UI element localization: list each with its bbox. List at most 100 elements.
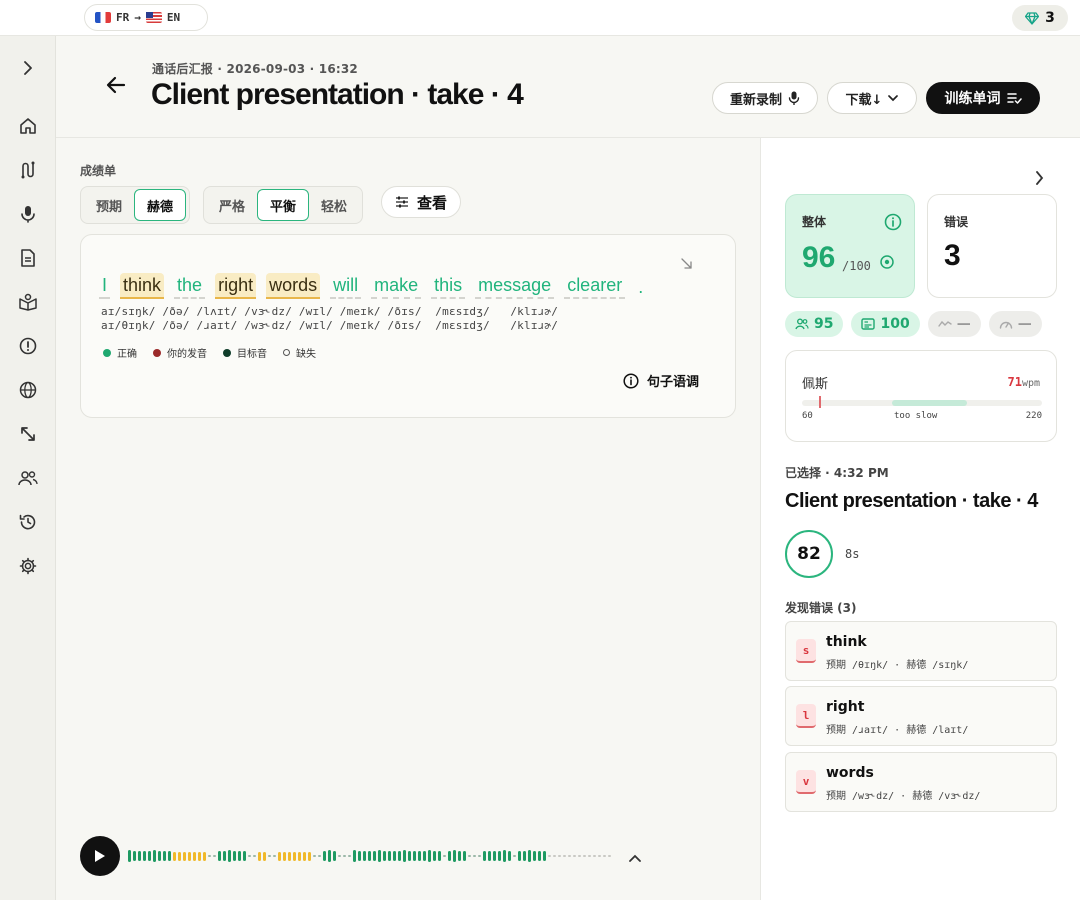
waveform-scrubber[interactable] — [128, 846, 611, 866]
view-settings-button[interactable]: 查看 — [381, 186, 461, 218]
chip-intonation[interactable]: — — [927, 311, 981, 337]
tab-heard[interactable]: 赫德 — [134, 189, 187, 221]
error-detail: 预期 /θɪŋk/ · 赫德 /sɪŋk/ — [826, 660, 969, 671]
error-item-words[interactable]: v words 预期 /wɜ˞dz/ · 赫德 /vɜ˞dz/ — [785, 752, 1057, 812]
gauge-icon — [999, 321, 1012, 329]
waveform-bar — [473, 855, 476, 857]
waveform-bar — [583, 855, 586, 857]
chip-speed[interactable]: — — [988, 311, 1042, 337]
france-flag-icon — [95, 12, 111, 23]
audio-player — [80, 836, 641, 876]
sentence-word[interactable]: make — [371, 273, 422, 299]
waveform-bar — [238, 851, 241, 861]
download-button[interactable]: 下载↓ — [827, 82, 917, 114]
mode-toggle: 预期 赫德 — [80, 186, 191, 224]
error-word: think — [826, 634, 867, 650]
waveform-bar — [278, 851, 281, 861]
sentence-word[interactable]: message — [475, 273, 555, 299]
home-icon[interactable] — [16, 114, 40, 138]
page-header: 通话后汇报 · 2026-09-03 · 16:32 Client presen… — [56, 36, 1080, 138]
document-icon[interactable] — [16, 246, 40, 270]
sentence-word[interactable]: think — [120, 273, 165, 299]
error-item-think[interactable]: s think 预期 /θɪŋk/ · 赫德 /sɪŋk/ — [785, 621, 1057, 681]
sentence-word[interactable]: words — [266, 273, 321, 299]
gem-counter[interactable]: 3 — [1012, 5, 1068, 31]
selected-take-title: Client presentation · take · 4 — [785, 490, 1038, 512]
waveform-bar — [298, 851, 301, 861]
language-pair-selector[interactable]: FR → EN — [84, 4, 208, 31]
sentence-word[interactable]: will — [330, 273, 362, 299]
sentence-word[interactable]: I — [99, 273, 111, 299]
history-icon[interactable] — [16, 510, 40, 534]
route-icon[interactable] — [16, 158, 40, 182]
waveform-bar — [178, 851, 181, 861]
tab-balanced[interactable]: 平衡 — [257, 189, 310, 221]
play-button[interactable] — [80, 836, 120, 876]
expand-diagonal-icon[interactable] — [681, 255, 693, 274]
selected-score-ring: 82 — [785, 530, 833, 578]
waveform-bar — [398, 851, 401, 861]
tab-strict[interactable]: 严格 — [207, 189, 257, 221]
waveform-bar — [503, 850, 506, 862]
overall-score-card[interactable]: 整体 96 /100 — [785, 194, 915, 298]
source-language: FR — [116, 11, 130, 24]
waveform-bar — [578, 855, 581, 857]
chip-completeness[interactable]: 100 — [851, 311, 920, 337]
legend-missing: 缺失 — [283, 345, 316, 360]
alert-icon[interactable] — [16, 334, 40, 358]
sentence-intonation-button[interactable]: 句子语调 — [623, 371, 699, 390]
sentence-word[interactable]: the — [174, 273, 206, 299]
waveform-bar — [243, 851, 246, 861]
chevron-right-icon[interactable] — [1035, 170, 1044, 189]
error-item-right[interactable]: l right 预期 /ɹaɪt/ · 赫德 /laɪt/ — [785, 686, 1057, 746]
mic-icon[interactable] — [16, 202, 40, 226]
back-arrow-icon[interactable] — [106, 76, 126, 98]
waveform-bar — [363, 851, 366, 861]
info-icon — [623, 372, 639, 389]
waveform-bar — [433, 851, 436, 861]
wave-icon — [938, 320, 952, 327]
info-icon[interactable] — [884, 213, 902, 231]
gear-icon[interactable] — [16, 554, 40, 578]
rerecord-button[interactable]: 重新录制 — [712, 82, 818, 114]
errors-count: 3 — [944, 239, 961, 272]
error-word: right — [826, 699, 865, 715]
waveform-bar — [163, 851, 166, 861]
sentence-word[interactable]: this — [431, 273, 466, 299]
waveform-bar — [598, 855, 601, 857]
waveform-bar — [208, 855, 211, 857]
error-detail: 预期 /wɜ˞dz/ · 赫德 /vɜ˞dz/ — [826, 791, 981, 802]
chevron-right-icon[interactable] — [16, 56, 40, 80]
waveform-bar — [138, 851, 141, 861]
waveform-bar — [268, 855, 271, 857]
tab-relaxed[interactable]: 轻松 — [309, 189, 359, 221]
people-icon[interactable] — [16, 466, 40, 490]
download-label: 下载↓ — [845, 92, 883, 108]
sentence-word[interactable]: clearer — [564, 273, 626, 299]
waveform-bar — [388, 851, 391, 861]
waveform-bar — [193, 851, 196, 861]
pace-card: 佩斯 71wpm 60 too slow 220 — [785, 350, 1057, 442]
waveform-bar — [523, 851, 526, 861]
chip-fluency[interactable]: 95 — [785, 311, 844, 337]
pace-max: 220 — [1025, 411, 1042, 421]
book-icon[interactable] — [16, 290, 40, 314]
waveform-bar — [233, 851, 236, 861]
chevron-up-icon[interactable] — [629, 847, 641, 866]
train-words-button[interactable]: 训练单词 — [926, 82, 1040, 114]
globe-icon[interactable] — [16, 378, 40, 402]
card-icon — [861, 318, 876, 330]
expand-icon[interactable] — [16, 422, 40, 446]
errors-card[interactable]: 错误 3 — [927, 194, 1057, 298]
waveform-bar — [128, 850, 131, 862]
mic-icon — [788, 91, 800, 105]
waveform-bar — [228, 850, 231, 862]
waveform-bar — [203, 851, 206, 861]
sentence-word[interactable]: right — [215, 273, 257, 299]
tab-expected[interactable]: 预期 — [84, 189, 134, 221]
target-language: EN — [166, 11, 181, 24]
waveform-bar — [283, 851, 286, 861]
selected-label: 已选择 · 4:32 PM — [785, 466, 889, 480]
error-badge: l — [796, 704, 816, 728]
strictness-toggle: 严格 平衡 轻松 — [203, 186, 364, 224]
